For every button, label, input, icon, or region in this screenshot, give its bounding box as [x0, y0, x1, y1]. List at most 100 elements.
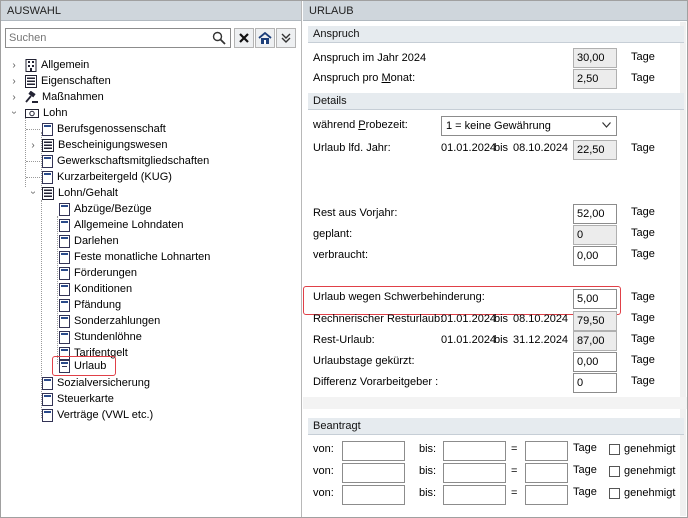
tree-item-allgemein[interactable]: Allgemein: [25, 57, 89, 73]
tree-connector: [26, 129, 40, 130]
urlaub-lfd-value: 22,50: [573, 140, 617, 160]
document-icon: [59, 218, 70, 232]
search-box[interactable]: [5, 28, 231, 48]
search-input[interactable]: [6, 29, 206, 47]
tree-item-feste-monatliche-lohnarten[interactable]: Feste monatliche Lohnarten: [59, 249, 210, 265]
genehmigt-label: genehmigt: [624, 487, 676, 499]
date-bis: bis: [494, 142, 509, 154]
expand-icon[interactable]: ›: [28, 140, 38, 151]
document-icon: [42, 408, 53, 422]
bis-date-input[interactable]: [443, 441, 506, 461]
unit-label: Tage: [631, 227, 655, 239]
von-date-input[interactable]: [342, 485, 405, 505]
tree-item-lohn-gehalt[interactable]: Lohn/Gehalt: [42, 185, 118, 201]
tree-item-label: Verträge (VWL etc.): [57, 409, 154, 421]
date-from: 01.01.2024: [441, 334, 497, 346]
tree-item-pfaendung[interactable]: Pfändung: [59, 297, 121, 313]
tage-input[interactable]: [525, 441, 568, 461]
schwerbehinderung-input[interactable]: 5,00: [573, 289, 617, 309]
label-mnemonic: P: [358, 119, 366, 131]
list-icon: [25, 74, 37, 88]
chevron-down-icon: [602, 122, 611, 128]
unit-label: Tage: [631, 206, 655, 218]
tree-item-abzuege-bezuege[interactable]: Abzüge/Bezüge: [59, 201, 152, 217]
date-to: 08.10.2024: [513, 142, 569, 154]
tree-item-kurzarbeitergeld[interactable]: Kurzarbeitergeld (KUG): [42, 169, 172, 185]
document-icon: [59, 314, 70, 328]
tree-item-massnahmen[interactable]: Maßnahmen: [25, 89, 104, 105]
genehmigt-checkbox[interactable]: [609, 444, 620, 455]
tree-item-allgemeine-lohndaten[interactable]: Allgemeine Lohndaten: [59, 217, 183, 233]
von-date-input[interactable]: [342, 463, 405, 483]
bis-date-input[interactable]: [443, 485, 506, 505]
tree-item-stundenloehne[interactable]: Stundenlöhne: [59, 329, 142, 345]
selection-header: AUSWAHL: [1, 1, 301, 21]
home-button[interactable]: [255, 28, 275, 48]
tree-item-foerderungen[interactable]: Förderungen: [59, 265, 137, 281]
unit-label: Tage: [631, 312, 655, 324]
expand-icon[interactable]: ›: [9, 76, 19, 87]
rest-vorjahr-input[interactable]: 52,00: [573, 204, 617, 224]
unit-label: Tage: [631, 142, 655, 154]
tree-connector: [26, 161, 40, 162]
bis-date-input[interactable]: [443, 463, 506, 483]
tree-item-label: Förderungen: [74, 267, 137, 279]
tree-connector: [57, 216, 58, 364]
label-part: onat:: [390, 72, 416, 84]
von-label: von:: [313, 487, 334, 499]
money-icon: [25, 108, 39, 118]
tree-item-eigenschaften[interactable]: Eigenschaften: [25, 73, 111, 89]
tree-item-darlehen[interactable]: Darlehen: [59, 233, 119, 249]
date-from: 01.01.2024: [441, 142, 497, 154]
von-date-input[interactable]: [342, 441, 405, 461]
tree-item-bescheinigungswesen[interactable]: Bescheinigungswesen: [42, 137, 167, 153]
unit-label: Tage: [631, 248, 655, 260]
expand-icon[interactable]: ›: [9, 92, 19, 103]
tree-item-urlaub[interactable]: Urlaub: [59, 358, 106, 374]
collapse-icon[interactable]: ›: [28, 188, 39, 198]
anspruch-monat-label: Anspruch pro Monat:: [313, 72, 415, 84]
rechnerisch-label: Rechnerischer Resturlaub:: [313, 313, 444, 325]
tree-item-label: Stundenlöhne: [74, 331, 142, 343]
genehmigt-checkbox[interactable]: [609, 466, 620, 477]
tree-item-label: Pfändung: [74, 299, 122, 311]
differenz-input[interactable]: 0: [573, 373, 617, 393]
anspruch-jahr-value: 30,00: [573, 48, 617, 68]
unit-label: Tage: [573, 486, 597, 498]
geplant-label: geplant:: [313, 228, 353, 240]
list-icon: [42, 186, 54, 200]
tree-item-steuerkarte[interactable]: Steuerkarte: [42, 391, 114, 407]
probezeit-select[interactable]: 1 = keine Gewährung: [441, 116, 617, 136]
von-label: von:: [313, 443, 334, 455]
search-icon[interactable]: [212, 31, 226, 45]
tree-item-label: Lohn: [43, 107, 68, 119]
tree-item-lohn[interactable]: Lohn: [25, 105, 67, 121]
document-icon: [59, 282, 70, 296]
tree-item-sozialversicherung[interactable]: Sozialversicherung: [42, 375, 150, 391]
gekuerzt-label: Urlaubstage gekürzt:: [313, 355, 415, 367]
gekuerzt-input[interactable]: 0,00: [573, 352, 617, 372]
expand-icon[interactable]: ›: [9, 60, 19, 71]
tage-input[interactable]: [525, 463, 568, 483]
tree-item-konditionen[interactable]: Konditionen: [59, 281, 132, 297]
verbraucht-input[interactable]: 0,00: [573, 246, 617, 266]
clear-search-button[interactable]: [234, 28, 254, 48]
tage-input[interactable]: [525, 485, 568, 505]
genehmigt-checkbox[interactable]: [609, 488, 620, 499]
tree-item-label: Berufsgenossenschaft: [57, 123, 166, 135]
tree-item-vertraege[interactable]: Verträge (VWL etc.): [42, 407, 153, 423]
verbraucht-label: verbraucht:: [313, 249, 369, 261]
collapse-icon[interactable]: ›: [9, 108, 20, 118]
tree-item-berufsgenossenschaft[interactable]: Berufsgenossenschaft: [42, 121, 166, 137]
tree-item-gewerkschaftsmitgliedschaften[interactable]: Gewerkschaftsmitgliedschaften: [42, 153, 209, 169]
rechnerisch-value: 79,50: [573, 311, 617, 331]
section-beantragt: Beantragt: [308, 418, 684, 435]
tree-item-sonderzahlungen[interactable]: Sonderzahlungen: [59, 313, 160, 329]
unit-label: Tage: [631, 51, 655, 63]
bis-label: bis:: [419, 465, 437, 477]
date-to: 08.10.2024: [513, 313, 569, 325]
document-icon: [59, 250, 70, 264]
unit-label: Tage: [573, 464, 597, 476]
rest-vorjahr-label: Rest aus Vorjahr:: [313, 207, 398, 219]
collapse-all-button[interactable]: [276, 28, 296, 48]
